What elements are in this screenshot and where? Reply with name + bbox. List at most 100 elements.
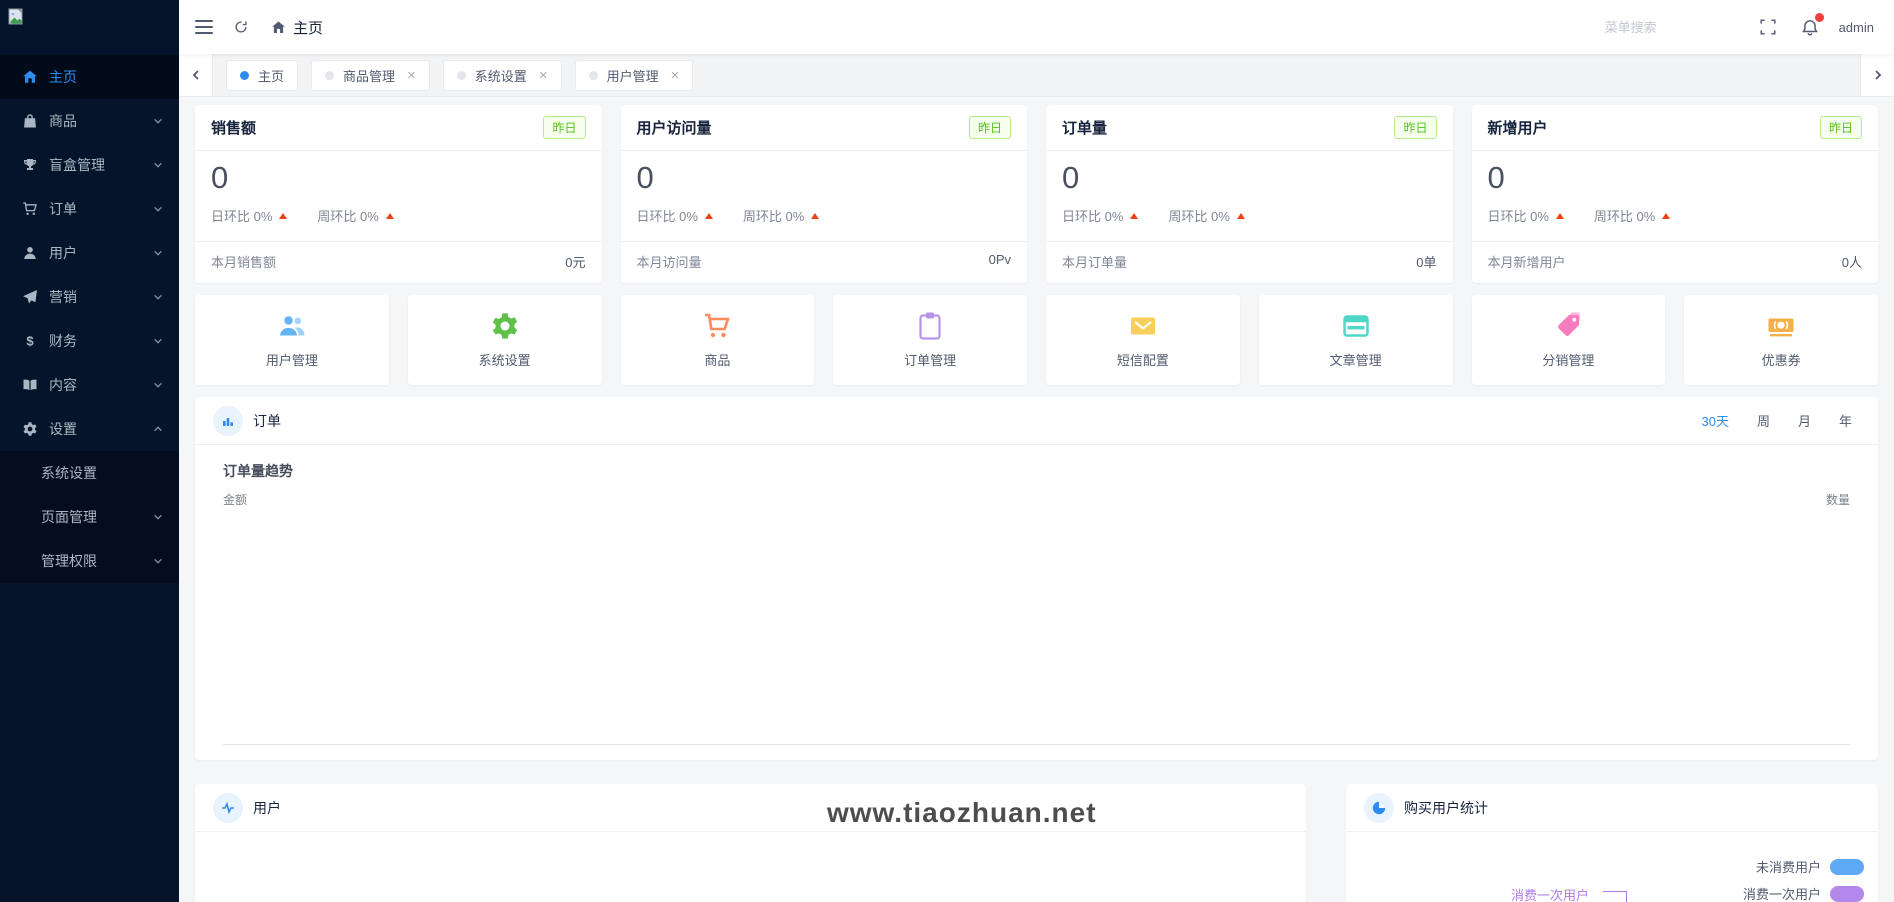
watermark: www.tiaozhuan.net <box>827 797 1097 829</box>
tab-home[interactable]: 主页 <box>226 60 298 91</box>
tag-icon <box>1553 311 1583 341</box>
sidebar-item-label: 订单 <box>49 199 153 219</box>
arrow-up-icon <box>1237 213 1245 219</box>
sidebar-subitem-system-settings[interactable]: 系统设置 <box>0 451 179 495</box>
shortcut-label: 文章管理 <box>1330 350 1382 369</box>
stat-title: 订单量 <box>1062 117 1107 138</box>
stat-card-sales: 销售额 昨日 0 日环比 0% 周环比 0% 本月销售额 0元 <box>195 105 602 283</box>
broken-image-icon <box>8 8 25 25</box>
breadcrumb[interactable]: 主页 <box>271 17 323 38</box>
stat-footer-label: 本月访问量 <box>637 252 702 271</box>
card-icon <box>1341 311 1371 341</box>
sidebar-item-settings[interactable]: 设置 <box>0 407 179 451</box>
refresh-icon[interactable] <box>233 19 249 35</box>
week-ratio: 周环比 0% <box>317 206 378 225</box>
day-ratio: 日环比 0% <box>1488 206 1549 225</box>
chevron-down-icon <box>153 248 163 258</box>
tab-system-settings[interactable]: 系统设置 × <box>443 60 562 91</box>
users-icon <box>277 311 307 341</box>
legend-swatch <box>1830 886 1864 902</box>
shortcut-distribution-management[interactable]: 分销管理 <box>1472 295 1666 385</box>
chevron-down-icon <box>153 204 163 214</box>
legend-item-unconsumed[interactable]: 未消费用户 <box>1743 857 1864 876</box>
tab-dot <box>325 71 334 80</box>
pie-legend: 未消费用户 消费一次用户 留存客户 <box>1743 857 1864 902</box>
shortcut-system-settings[interactable]: 系统设置 <box>408 295 602 385</box>
stat-card-new-users: 新增用户 昨日 0 日环比 0% 周环比 0% 本月新增用户 0人 <box>1472 105 1879 283</box>
fullscreen-icon[interactable] <box>1759 18 1777 36</box>
chevron-down-icon <box>153 292 163 302</box>
shortcut-label: 订单管理 <box>904 350 956 369</box>
chevron-down-icon <box>153 116 163 126</box>
sidebar-item-finance[interactable]: $ 财务 <box>0 319 179 363</box>
notifications-bell-icon[interactable] <box>1801 18 1819 36</box>
bar-chart-icon <box>213 406 243 436</box>
menu-toggle-icon[interactable] <box>195 20 213 34</box>
stat-footer-value: 0元 <box>565 252 585 271</box>
close-icon[interactable]: × <box>539 68 548 83</box>
arrow-up-icon <box>705 213 713 219</box>
sidebar-subitem-page-management[interactable]: 页面管理 <box>0 495 179 539</box>
menu-search-input[interactable] <box>1605 20 1735 35</box>
shortcut-goods[interactable]: 商品 <box>621 295 815 385</box>
arrow-up-icon <box>1556 213 1564 219</box>
shortcut-coupons[interactable]: 优惠券 <box>1684 295 1878 385</box>
tabs-scroll-right-icon[interactable] <box>1860 54 1894 96</box>
notification-dot <box>1815 13 1824 22</box>
user-menu[interactable]: admin <box>1839 20 1874 35</box>
range-option-30d[interactable]: 30天 <box>1701 411 1728 430</box>
pulse-icon <box>213 793 243 823</box>
send-icon <box>22 289 38 305</box>
tabs-scroll-left-icon[interactable] <box>179 54 213 96</box>
shortcut-label: 优惠券 <box>1762 350 1801 369</box>
sidebar-item-home[interactable]: 主页 <box>0 55 179 99</box>
panel-title: 用户 <box>253 798 281 818</box>
close-icon[interactable]: × <box>407 68 416 83</box>
sidebar-item-marketing[interactable]: 营销 <box>0 275 179 319</box>
main-column: 主页 admin 主页 商品管理 × <box>179 0 1894 902</box>
legend-item-once[interactable]: 消费一次用户 <box>1743 884 1864 902</box>
shortcut-order-management[interactable]: 订单管理 <box>833 295 1027 385</box>
trophy-icon <box>22 157 38 173</box>
stat-footer-label: 本月新增用户 <box>1488 252 1566 271</box>
tab-dot <box>589 71 598 80</box>
sidebar-item-blindbox[interactable]: 盲盒管理 <box>0 143 179 187</box>
sidebar-item-label: 用户 <box>49 243 153 263</box>
stat-value: 0 <box>1488 159 1863 196</box>
sidebar-item-content[interactable]: 内容 <box>0 363 179 407</box>
tab-goods-management[interactable]: 商品管理 × <box>311 60 430 91</box>
close-icon[interactable]: × <box>671 68 680 83</box>
shortcut-user-management[interactable]: 用户管理 <box>195 295 389 385</box>
panel-title: 订单 <box>253 411 281 431</box>
shortcut-label: 系统设置 <box>479 350 531 369</box>
sidebar-subitem-label: 页面管理 <box>41 507 153 527</box>
stat-title: 销售额 <box>211 117 256 138</box>
chevron-down-icon <box>153 380 163 390</box>
arrow-up-icon <box>1130 213 1138 219</box>
stat-title: 用户访问量 <box>637 117 712 138</box>
shortcut-sms-config[interactable]: 短信配置 <box>1046 295 1240 385</box>
range-option-year[interactable]: 年 <box>1839 411 1852 430</box>
order-panel: 订单 30天 周 月 年 订单量趋势 金额 数量 <box>195 397 1878 760</box>
chevron-down-icon <box>153 556 163 566</box>
sidebar-item-goods[interactable]: 商品 <box>0 99 179 143</box>
stat-value: 0 <box>1062 159 1437 196</box>
sidebar-item-users[interactable]: 用户 <box>0 231 179 275</box>
shortcut-label: 商品 <box>704 350 730 369</box>
sidebar-subitem-admin-permissions[interactable]: 管理权限 <box>0 539 179 583</box>
axis-label-left: 金额 <box>223 491 247 508</box>
range-option-month[interactable]: 月 <box>1798 411 1811 430</box>
gear-icon <box>22 421 38 437</box>
banknote-icon <box>1766 311 1796 341</box>
pie-chart-icon <box>1364 793 1394 823</box>
axis-label-right: 数量 <box>1826 491 1850 508</box>
stat-title: 新增用户 <box>1488 117 1548 138</box>
stat-row: 销售额 昨日 0 日环比 0% 周环比 0% 本月销售额 0元 用户访 <box>195 105 1878 283</box>
cart-icon <box>22 201 38 217</box>
range-option-week[interactable]: 周 <box>1757 411 1770 430</box>
order-panel-header: 订单 30天 周 月 年 <box>195 397 1878 445</box>
tab-user-management[interactable]: 用户管理 × <box>575 60 694 91</box>
sidebar-item-orders[interactable]: 订单 <box>0 187 179 231</box>
tab-label: 主页 <box>258 66 284 85</box>
shortcut-article-management[interactable]: 文章管理 <box>1259 295 1453 385</box>
